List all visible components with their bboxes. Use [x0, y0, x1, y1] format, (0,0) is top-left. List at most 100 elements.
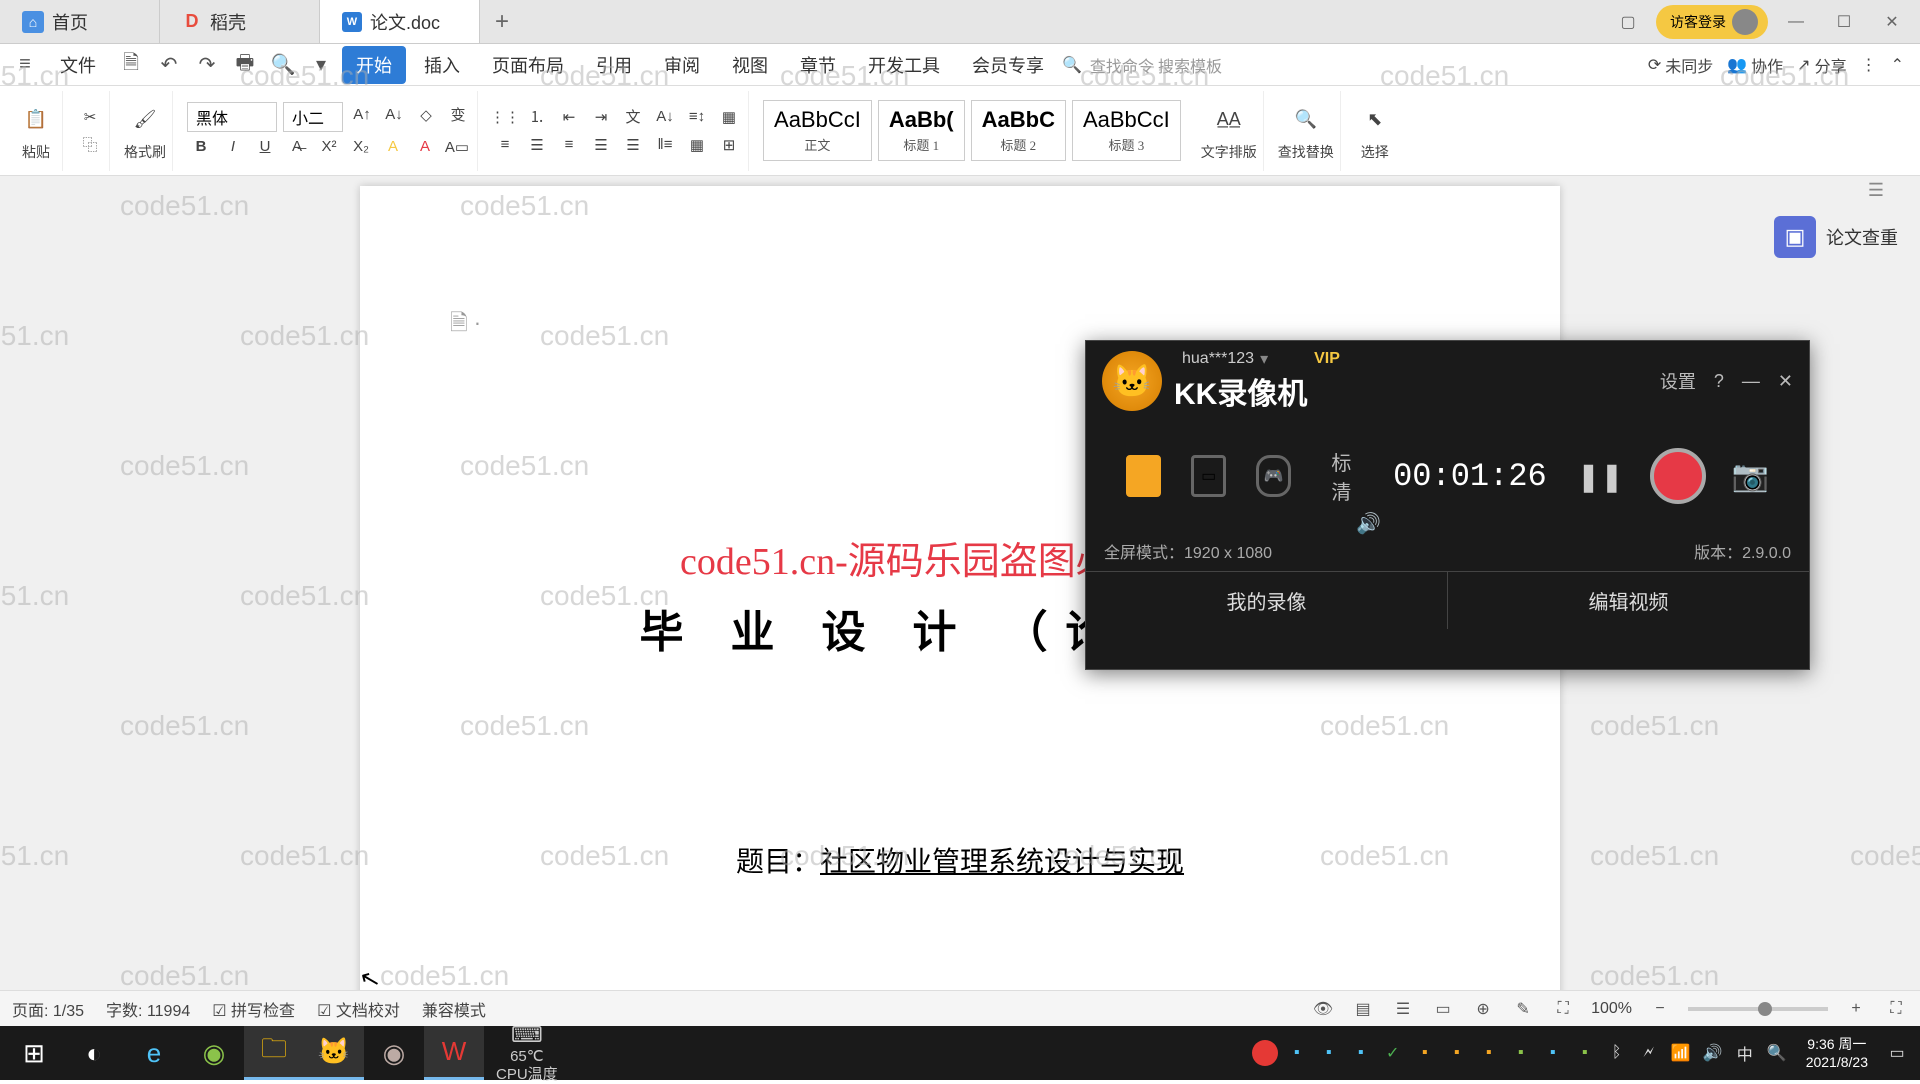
zoom-slider[interactable] [1688, 1007, 1828, 1011]
hamburger-icon[interactable]: ≡ [8, 48, 42, 82]
italic-icon[interactable]: I [220, 134, 246, 160]
outline-toggle-icon[interactable]: ☰ [1868, 180, 1884, 201]
underline-icon[interactable]: U [252, 134, 278, 160]
borders-icon[interactable]: ▦ [716, 104, 742, 130]
clear-format-icon[interactable]: ◇ [413, 102, 439, 128]
align-left-icon[interactable]: ≡ [492, 132, 518, 158]
proofread-toggle[interactable]: ☑ 文档校对 [317, 997, 400, 1021]
close-button[interactable]: ✕ [1872, 2, 1912, 42]
word-count[interactable]: 字数: 11994 [106, 997, 190, 1021]
menu-review[interactable]: 审阅 [650, 46, 714, 84]
window-index-icon[interactable]: ▢ [1608, 2, 1648, 42]
highlight-icon[interactable]: A [380, 134, 406, 160]
find-replace-icon[interactable]: 🔍 [1286, 100, 1326, 140]
tray-icon[interactable]: ▪ [1540, 1040, 1566, 1066]
font-size-select[interactable]: 小二 [283, 102, 343, 132]
menu-start[interactable]: 开始 [342, 46, 406, 84]
grow-font-icon[interactable]: A↑ [349, 102, 375, 128]
menu-dev[interactable]: 开发工具 [854, 46, 954, 84]
style-h1[interactable]: AaBb(标题 1 [878, 100, 965, 161]
chevron-up-icon[interactable]: ⌃ [1891, 55, 1904, 75]
fit-width-icon[interactable]: ⛶ [1551, 997, 1575, 1021]
window-mode-button[interactable]: ▭ [1191, 455, 1226, 497]
copy-icon[interactable]: ⿻ [77, 132, 103, 158]
menu-layout[interactable]: 页面布局 [478, 46, 578, 84]
notifications-icon[interactable]: ▭ [1884, 1040, 1910, 1066]
strike-icon[interactable]: A̶ [284, 134, 310, 160]
new-tab-button[interactable]: + [480, 0, 524, 43]
style-h2[interactable]: AaBbC标题 2 [971, 100, 1066, 161]
cortana-icon[interactable]: ◐ [64, 1026, 124, 1080]
clock[interactable]: 9:36 周一 2021/8/23 [1796, 1035, 1878, 1071]
align-center-icon[interactable]: ☰ [524, 132, 550, 158]
collab-button[interactable]: 👥协作 [1727, 53, 1783, 77]
tray-icon[interactable] [1252, 1040, 1278, 1066]
eye-icon[interactable]: 👁 [1311, 997, 1335, 1021]
line-spacing-icon[interactable]: ≡↕ [684, 104, 710, 130]
plagiarism-check-button[interactable]: ▣ 论文查重 [1774, 216, 1898, 258]
superscript-icon[interactable]: X² [316, 134, 342, 160]
font-color-icon[interactable]: A [412, 134, 438, 160]
distribute-icon[interactable]: ☰ [620, 132, 646, 158]
screenshot-button[interactable]: 📷 [1732, 459, 1769, 494]
menu-file[interactable]: 文件 [46, 46, 110, 84]
asian-layout-icon[interactable]: 文 [620, 104, 646, 130]
print-icon[interactable]: 🖶 [228, 48, 262, 82]
outdent-icon[interactable]: ⇤ [556, 104, 582, 130]
line-height-icon[interactable]: ‖≡ [652, 132, 678, 158]
menu-vip[interactable]: 会员专享 [958, 46, 1058, 84]
template-search[interactable]: 搜索模板 [1158, 53, 1222, 77]
fullscreen-icon[interactable]: ⛶ [1884, 997, 1908, 1021]
login-button[interactable]: 访客登录 [1656, 5, 1768, 39]
my-recordings-tab[interactable]: 我的录像 [1086, 572, 1448, 629]
pen-icon[interactable]: ✎ [1511, 997, 1535, 1021]
tray-icon[interactable]: ▪ [1348, 1040, 1374, 1066]
style-h3[interactable]: AaBbCcI标题 3 [1072, 100, 1181, 161]
dropdown-icon[interactable]: ▾ [304, 48, 338, 82]
recorder-titlebar[interactable]: 🐱 hua***123 ▾ VIP KK录像机 设置 ? — ✕ [1086, 341, 1809, 421]
text-layout-icon[interactable]: A̲A̲ [1209, 100, 1249, 140]
more-icon[interactable]: ⋮ [1861, 55, 1877, 75]
close-icon[interactable]: ✕ [1778, 371, 1793, 392]
cut-icon[interactable]: ✂ [77, 104, 103, 130]
bullets-icon[interactable]: ⋮⋮ [492, 104, 518, 130]
undo-icon[interactable]: ↶ [152, 48, 186, 82]
outline-view-icon[interactable]: ☰ [1391, 997, 1415, 1021]
preview-icon[interactable]: 🔍 [266, 48, 300, 82]
tab-document[interactable]: W论文.doc [320, 0, 480, 43]
redo-icon[interactable]: ↷ [190, 48, 224, 82]
paste-icon[interactable]: 📋 [16, 100, 56, 140]
style-normal[interactable]: AaBbCcI正文 [763, 100, 872, 161]
select-icon[interactable]: ⬉ [1355, 100, 1395, 140]
menu-insert[interactable]: 插入 [410, 46, 474, 84]
menu-ref[interactable]: 引用 [582, 46, 646, 84]
char-border-icon[interactable]: A▭ [444, 134, 470, 160]
save-icon[interactable]: 🗎 [114, 48, 148, 82]
tray-icon[interactable]: ✓ [1380, 1040, 1406, 1066]
tray-icon[interactable]: ▪ [1412, 1040, 1438, 1066]
minimize-icon[interactable]: — [1742, 371, 1760, 392]
wps-icon[interactable]: W [424, 1026, 484, 1080]
format-brush-icon[interactable]: 🖌 [125, 100, 165, 140]
explorer-icon[interactable]: 🗀 [244, 1026, 304, 1080]
tray-icon[interactable]: ▪ [1284, 1040, 1310, 1066]
spell-check-toggle[interactable]: ☑ 拼写检查 [212, 997, 295, 1021]
page-view-icon[interactable]: ▤ [1351, 997, 1375, 1021]
share-button[interactable]: ↗分享 [1797, 53, 1846, 77]
shrink-font-icon[interactable]: A↓ [381, 102, 407, 128]
shading-icon[interactable]: ▦ [684, 132, 710, 158]
command-search[interactable]: 🔍查找命令 [1062, 53, 1154, 77]
ime-indicator[interactable]: 中 [1732, 1040, 1758, 1066]
bluetooth-icon[interactable]: ᛒ [1604, 1040, 1630, 1066]
battery-icon[interactable]: 🗲 [1636, 1040, 1662, 1066]
phonetic-icon[interactable]: 变 [445, 102, 471, 128]
ie-icon[interactable]: e [124, 1026, 184, 1080]
web-view-icon[interactable]: ⊕ [1471, 997, 1495, 1021]
fullscreen-mode-button[interactable] [1126, 455, 1161, 497]
edit-video-tab[interactable]: 编辑视频 [1448, 572, 1809, 629]
pause-button[interactable]: ❚❚ [1577, 460, 1624, 493]
font-family-select[interactable]: 黑体 [187, 102, 277, 132]
volume-icon[interactable]: 🔊 [1356, 511, 1381, 536]
indent-icon[interactable]: ⇥ [588, 104, 614, 130]
search-tray-icon[interactable]: 🔍 [1764, 1040, 1790, 1066]
